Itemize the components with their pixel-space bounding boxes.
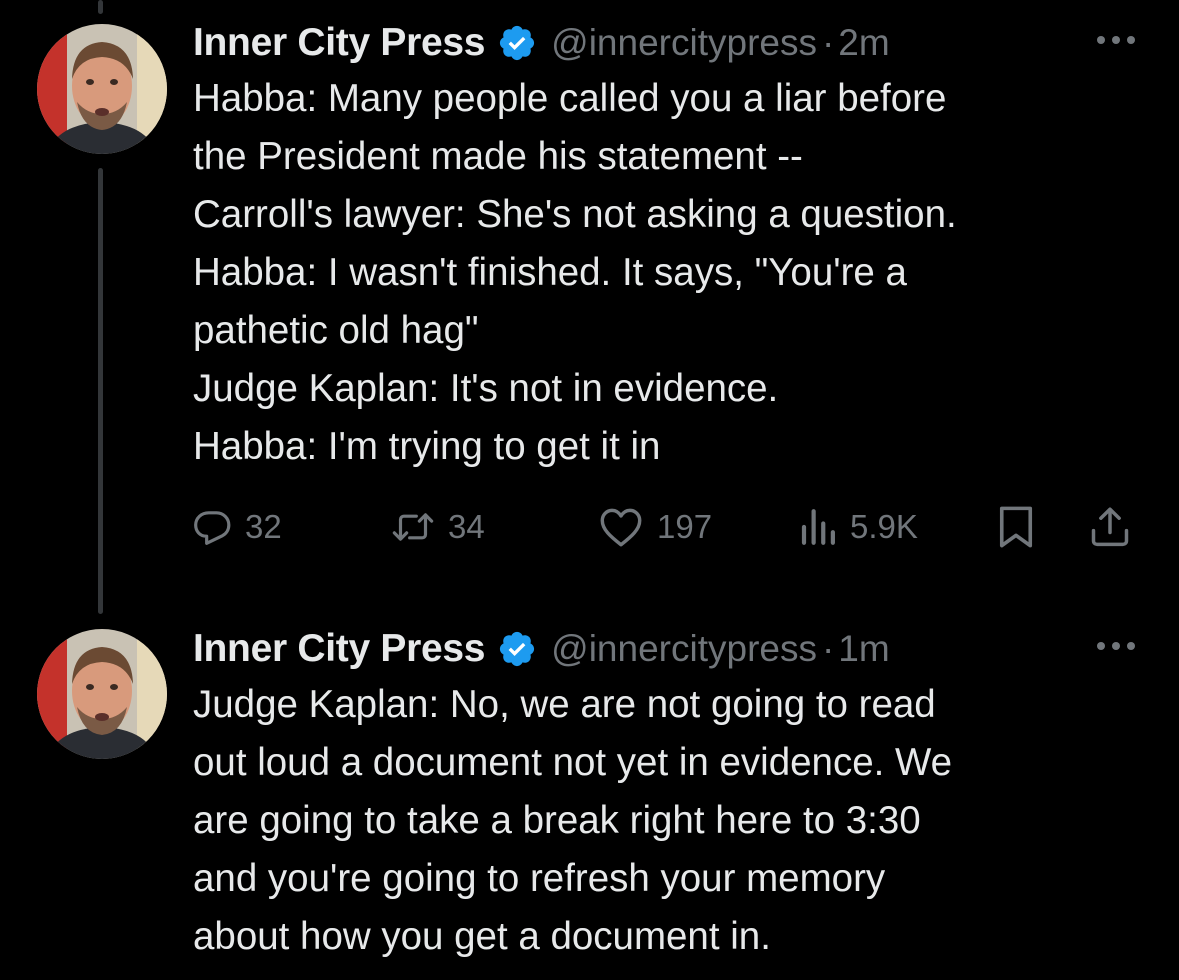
- reply-icon: [194, 511, 231, 545]
- like-count: 197: [657, 508, 713, 545]
- views-icon: [801, 509, 835, 545]
- timestamp[interactable]: 2m: [838, 22, 889, 64]
- tweet[interactable]: Inner City Press @innercitypress · 2m Ha…: [193, 18, 1143, 476]
- tweet-text-line: and you're going to refresh your memory: [193, 857, 886, 900]
- share-icon: [1091, 507, 1129, 547]
- tweet-text-line: Carroll's lawyer: She's not asking a que…: [193, 193, 957, 236]
- author-name[interactable]: Inner City Press: [193, 21, 485, 65]
- tweet-text-line: out loud a document not yet in evidence.…: [193, 741, 953, 784]
- author-name[interactable]: Inner City Press: [193, 627, 485, 671]
- repost-button[interactable]: 34: [390, 500, 485, 554]
- tweet-text-line: about how you get a document in.: [193, 915, 771, 958]
- views-button[interactable]: 5.9K: [798, 500, 918, 554]
- like-icon: [600, 508, 642, 547]
- more-options-icon[interactable]: [1094, 634, 1138, 658]
- tweet-text-line: Judge Kaplan: No, we are not going to re…: [193, 683, 936, 726]
- tweet-text: Habba: Many people called you a liar bef…: [193, 70, 1143, 476]
- reply-count: 32: [245, 508, 282, 545]
- tweet[interactable]: Inner City Press @innercitypress · 1m Ju…: [193, 624, 1143, 966]
- tweet-text-line: are going to take a break right here to …: [193, 799, 921, 842]
- thread-connector: [98, 168, 103, 614]
- timestamp[interactable]: 1m: [838, 628, 889, 670]
- more-options-icon[interactable]: [1094, 28, 1138, 52]
- tweet-actions: 32 34 197 5.9K: [193, 500, 1138, 554]
- author-handle[interactable]: @innercitypress: [551, 22, 817, 64]
- like-button[interactable]: 197: [597, 500, 712, 554]
- avatar[interactable]: [37, 629, 167, 759]
- verified-badge-icon: [500, 631, 535, 667]
- tweet-text-line: Habba: I wasn't finished. It says, "You'…: [193, 251, 907, 294]
- tweet-text-line: the President made his statement --: [193, 135, 803, 178]
- avatar[interactable]: [37, 24, 167, 154]
- separator-dot: ·: [821, 22, 835, 63]
- author-handle[interactable]: @innercitypress: [551, 628, 817, 670]
- tweet-header: Inner City Press @innercitypress · 1m: [193, 624, 1143, 674]
- share-button[interactable]: [1088, 500, 1132, 554]
- thread-connector-top: [98, 0, 103, 14]
- views-count: 5.9K: [850, 508, 918, 545]
- tweet-text: Judge Kaplan: No, we are not going to re…: [193, 676, 1143, 966]
- tweet-text-line: Judge Kaplan: It's not in evidence.: [193, 367, 779, 410]
- repost-count: 34: [448, 508, 485, 545]
- tweet-text-line: Habba: I'm trying to get it in: [193, 425, 661, 468]
- reply-button[interactable]: 32: [193, 500, 282, 554]
- tweet-header: Inner City Press @innercitypress · 2m: [193, 18, 1143, 68]
- verified-badge-icon: [500, 25, 535, 61]
- bookmark-button[interactable]: [997, 500, 1035, 554]
- tweet-text-line: pathetic old hag": [193, 309, 479, 352]
- tweet-text-line: Habba: Many people called you a liar bef…: [193, 77, 947, 120]
- separator-dot: ·: [821, 628, 835, 669]
- bookmark-icon: [999, 506, 1033, 548]
- repost-icon: [392, 513, 434, 541]
